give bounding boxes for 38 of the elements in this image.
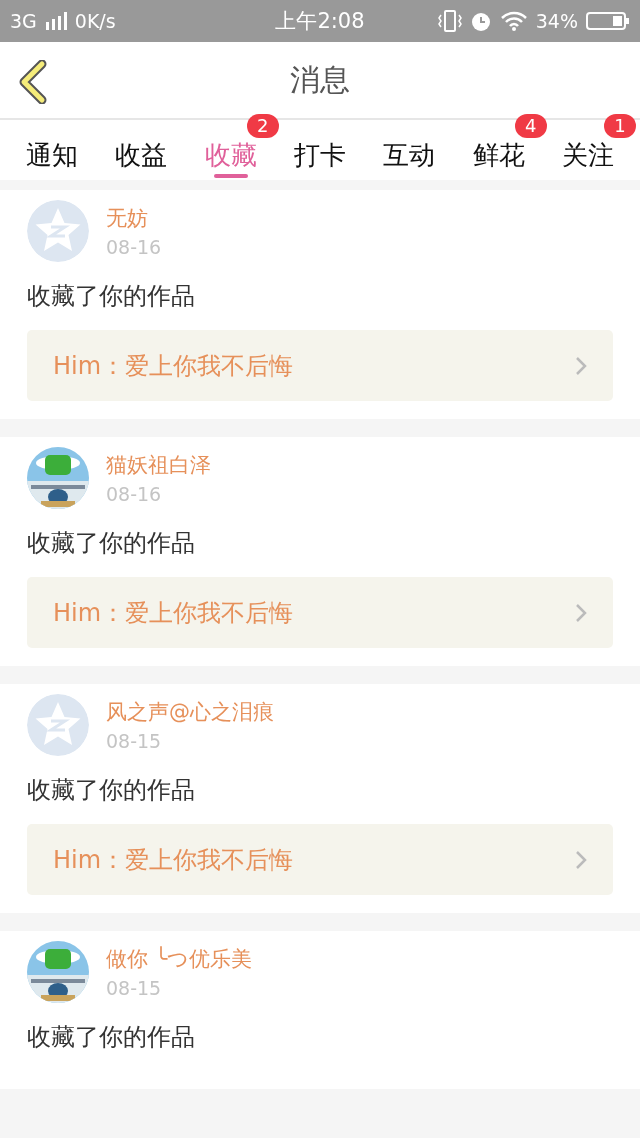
message-date: 08-15: [106, 977, 163, 999]
count-badge: 1: [603, 114, 636, 138]
network-type: 3G: [10, 10, 37, 32]
work-link[interactable]: Him：爱上你我不后悔: [27, 824, 613, 895]
tab-underline: [213, 174, 248, 178]
battery-percent: 34%: [535, 10, 578, 32]
alarm-icon: [469, 10, 492, 32]
clock-time: 上午2:08: [275, 8, 365, 35]
user-name[interactable]: 做你 ╰つ优乐美: [106, 945, 253, 973]
chevron-icon: [575, 602, 587, 623]
user-name[interactable]: 无妨: [106, 204, 162, 232]
user-name[interactable]: 风之声@心之泪痕: [106, 698, 274, 726]
chevron-icon: [575, 849, 587, 870]
chevron-icon: [575, 355, 587, 376]
tab[interactable]: 打卡: [294, 120, 346, 180]
wifi-icon: [499, 11, 528, 31]
tab[interactable]: 收益: [115, 120, 168, 180]
message-date: 08-15: [106, 730, 163, 752]
battery-icon: [586, 11, 630, 31]
message-text: 收藏了你的作品: [27, 775, 196, 806]
work-link[interactable]: Him：爱上你我不后悔: [27, 577, 613, 648]
message-date: 08-16: [106, 236, 162, 258]
count-badge: 2: [246, 114, 279, 138]
tab[interactable]: 通知: [26, 120, 78, 180]
page-title: 消息: [289, 60, 351, 99]
message-text: 收藏了你的作品: [27, 528, 196, 559]
message-text: 收藏了你的作品: [27, 1022, 196, 1053]
network-speed: 0K/s: [74, 10, 116, 32]
message-text: 收藏了你的作品: [27, 281, 196, 312]
avatar-icon: [27, 694, 89, 756]
work-link[interactable]: Him：爱上你我不后悔: [27, 330, 613, 401]
signal-icon: [44, 12, 67, 30]
tab[interactable]: 互动: [383, 120, 436, 180]
message-date: 08-16: [106, 483, 163, 505]
user-name[interactable]: 猫妖祖白泽: [106, 451, 211, 479]
avatar-icon: [27, 200, 89, 262]
vibrate-icon: [437, 10, 462, 32]
count-badge: 4: [514, 114, 547, 138]
